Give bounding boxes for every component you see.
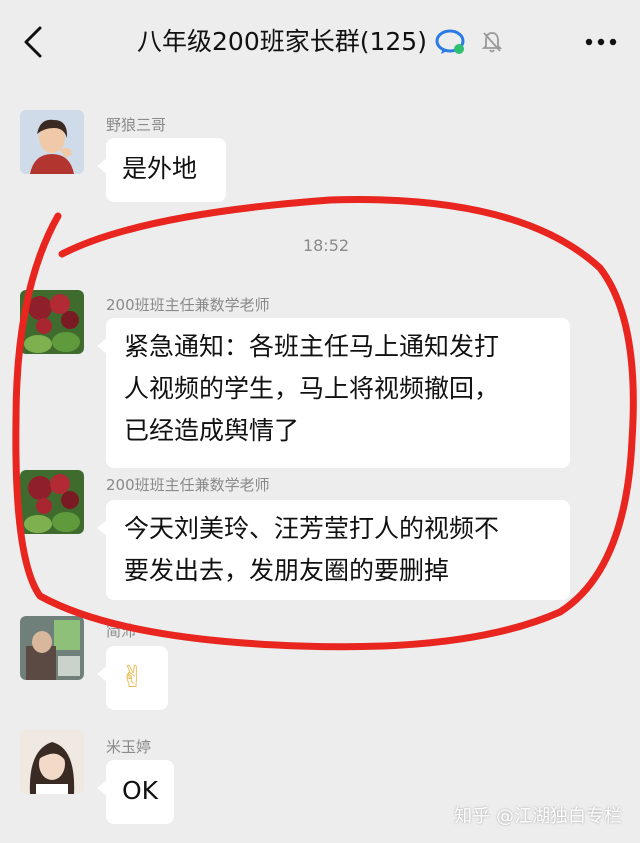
sender-name: 200班班主任兼数学老师: [106, 476, 270, 494]
avatar[interactable]: [20, 290, 84, 354]
message-bubble[interactable]: 紧急通知：各班主任马上通知发打 人视频的学生，马上将视频撤回， 已经造成舆情了: [97, 318, 570, 468]
message-text-line: 人视频的学生，马上将视频撤回，: [124, 374, 500, 403]
chat-title-row: 八年级200班家长群(125): [0, 24, 640, 60]
avatar[interactable]: [20, 470, 84, 534]
sender-name: 米玉婷: [106, 738, 152, 756]
message-text-line: 要发出去，发朋友圈的要删掉: [124, 556, 450, 585]
avatar[interactable]: [20, 616, 84, 680]
message-bubble[interactable]: 今天刘美玲、汪芳莹打人的视频不 要发出去，发朋友圈的要删掉: [97, 500, 570, 600]
chat-title: 八年级200班家长群(125): [137, 27, 427, 56]
top-bar: 八年级200班家长群(125): [0, 0, 640, 86]
message-text: 是外地: [122, 154, 198, 183]
message-text: OK: [122, 776, 159, 805]
message-bubble[interactable]: 是外地: [97, 138, 226, 202]
message-text-line: 紧急通知：各班主任马上通知发打: [124, 332, 500, 361]
victory-hand-emoji: ✌: [120, 660, 146, 695]
avatar[interactable]: [20, 110, 84, 174]
more-dots-icon[interactable]: [582, 28, 620, 56]
watermark: 知乎 @江湖独白专栏: [454, 806, 622, 827]
bell-mute-icon: [481, 32, 503, 53]
timestamp: 18:52: [302, 236, 350, 255]
sender-name: 野狼三哥: [106, 116, 167, 134]
sender-name: 简沛: [106, 622, 137, 640]
message-bubble[interactable]: ✌: [97, 646, 168, 710]
sender-name: 200班班主任兼数学老师: [106, 296, 270, 314]
message-bubble[interactable]: OK: [97, 760, 174, 824]
chat-bubble-icon: [435, 29, 465, 54]
message-text-line: 已经造成舆情了: [124, 416, 300, 445]
message-text-line: 今天刘美玲、汪芳莹打人的视频不: [124, 514, 500, 543]
avatar[interactable]: [20, 730, 84, 794]
